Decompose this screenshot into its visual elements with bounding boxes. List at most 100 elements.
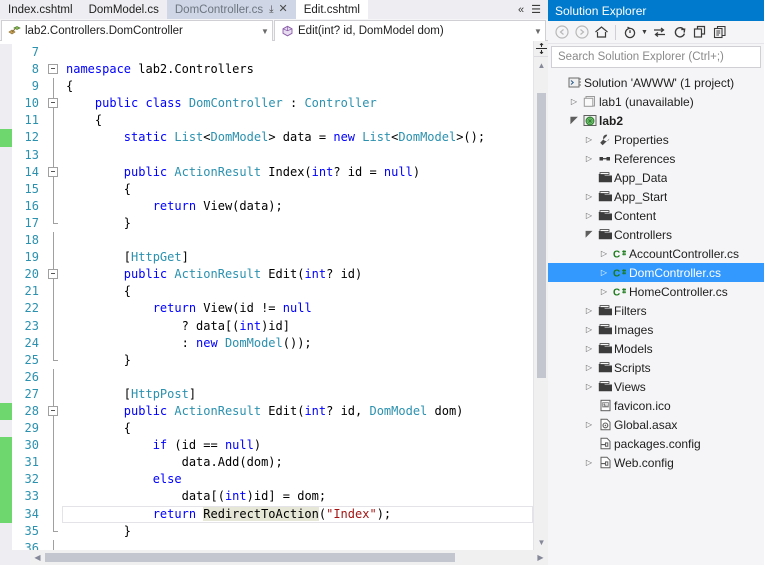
code-line[interactable]: 7 xyxy=(0,44,533,62)
fold-margin[interactable] xyxy=(46,249,62,267)
horizontal-scroll-thumb[interactable] xyxy=(45,553,455,562)
code-line[interactable]: 35 } xyxy=(0,522,533,540)
chevron-down-icon[interactable]: ◢ xyxy=(582,229,596,240)
tree-item-solution-awww-1-project[interactable]: Solution 'AWWW' (1 project) xyxy=(548,73,764,92)
fold-margin[interactable] xyxy=(46,283,62,301)
fold-margin[interactable] xyxy=(46,437,62,455)
code-line[interactable]: 27 [HttpPost] xyxy=(0,385,533,403)
tree-item-accountcontroller-cs[interactable]: ▷ C AccountController.cs xyxy=(548,244,764,263)
fold-margin[interactable] xyxy=(46,214,62,232)
chevron-right-icon[interactable]: ▷ xyxy=(597,287,611,296)
class-dropdown[interactable]: lab2.Controllers.DomController ▼ xyxy=(1,20,273,42)
code-line[interactable]: 19 [HttpGet] xyxy=(0,249,533,267)
tree-item-controllers[interactable]: ◢ Controllers xyxy=(548,225,764,244)
tree-item-content[interactable]: ▷ Content xyxy=(548,206,764,225)
tree-item-homecontroller-cs[interactable]: ▷ C HomeController.cs xyxy=(548,282,764,301)
chevron-right-icon[interactable]: ▷ xyxy=(582,420,596,429)
scroll-right-arrow[interactable]: ▶ xyxy=(533,550,548,565)
chevron-right-icon[interactable]: ▷ xyxy=(582,154,596,163)
editor-tab[interactable]: DomModel.cs xyxy=(80,0,167,19)
code-line[interactable]: 13 xyxy=(0,146,533,164)
code-line[interactable]: 12 static List<DomModel> data = new List… xyxy=(0,129,533,147)
code-editor[interactable]: 7 8 namespace lab2.Controllers 9{10 public … xyxy=(0,41,548,550)
fold-margin[interactable] xyxy=(46,368,62,386)
chevron-right-icon[interactable]: ▷ xyxy=(582,192,596,201)
tree-item-global-asax[interactable]: ▷ Global.asax xyxy=(548,415,764,434)
editor-horizontal-scrollbar[interactable]: ◀ ▶ xyxy=(0,550,548,565)
editor-tab[interactable]: Index.cshtml xyxy=(0,0,81,19)
tree-item-lab1-unavailable[interactable]: ▷ lab1 (unavailable) xyxy=(548,92,764,111)
fold-margin[interactable] xyxy=(46,351,62,369)
scroll-down-arrow[interactable]: ▼ xyxy=(534,535,548,550)
tab-list-dropdown[interactable]: ☰ xyxy=(531,3,541,16)
chevron-down-icon[interactable]: ▼ xyxy=(258,27,272,36)
chevron-right-icon[interactable]: ▷ xyxy=(582,382,596,391)
collapse-icon[interactable] xyxy=(48,269,58,280)
fold-margin[interactable] xyxy=(46,522,62,540)
fold-margin[interactable] xyxy=(46,471,62,489)
fold-margin[interactable] xyxy=(46,197,62,215)
tree-item-web-config[interactable]: ▷ Web.config xyxy=(548,453,764,472)
chevron-right-icon[interactable]: ▷ xyxy=(582,325,596,334)
tree-item-app-data[interactable]: App_Data xyxy=(548,168,764,187)
code-line[interactable]: 8 namespace lab2.Controllers xyxy=(0,61,533,79)
tab-overflow-chevrons[interactable]: « xyxy=(518,4,524,16)
collapse-icon[interactable] xyxy=(48,405,58,416)
fold-margin[interactable] xyxy=(46,505,62,523)
fold-margin[interactable] xyxy=(46,180,62,198)
sync-with-active-document-button[interactable] xyxy=(650,23,669,42)
code-line[interactable]: 32 else xyxy=(0,471,533,489)
fold-margin[interactable] xyxy=(46,232,62,250)
solution-tree[interactable]: Solution 'AWWW' (1 project) ▷ lab1 (unavai… xyxy=(548,71,764,565)
fold-margin[interactable] xyxy=(46,539,62,550)
chevron-down-icon[interactable]: ◢ xyxy=(567,115,581,126)
code-line[interactable]: 22 return View(id != null xyxy=(0,300,533,318)
code-line[interactable]: 31 data.Add(dom); xyxy=(0,454,533,472)
fold-margin[interactable] xyxy=(46,454,62,472)
chevron-down-icon[interactable]: ▼ xyxy=(640,29,649,36)
collapse-icon[interactable] xyxy=(48,98,58,109)
code-line[interactable]: 20 public ActionResult Edit(int? id) xyxy=(0,266,533,284)
chevron-right-icon[interactable]: ▷ xyxy=(567,97,581,106)
chevron-right-icon[interactable]: ▷ xyxy=(582,135,596,144)
tree-item-lab2[interactable]: ◢ lab2 xyxy=(548,111,764,130)
code-line[interactable]: 34 return RedirectToAction("Index"); xyxy=(0,505,533,523)
fold-margin[interactable] xyxy=(46,385,62,403)
tree-item-domcontroller-cs[interactable]: ▷ C DomController.cs xyxy=(548,263,764,282)
tree-item-scripts[interactable]: ▷ Scripts xyxy=(548,358,764,377)
editor-vertical-scrollbar[interactable]: ▲ ▼ xyxy=(533,41,548,550)
split-view-icon[interactable] xyxy=(534,41,548,57)
code-line[interactable]: 28 public ActionResult Edit(int? id, Dom… xyxy=(0,402,533,421)
code-line[interactable]: 21 { xyxy=(0,283,533,301)
fold-margin[interactable] xyxy=(46,266,62,284)
tree-item-properties[interactable]: ▷ Properties xyxy=(548,130,764,149)
tree-item-packages-config[interactable]: packages.config xyxy=(548,434,764,453)
chevron-right-icon[interactable]: ▷ xyxy=(582,211,596,220)
fold-margin[interactable] xyxy=(46,61,62,78)
collapse-icon[interactable] xyxy=(48,166,58,177)
code-line[interactable]: 16 return View(data); xyxy=(0,197,533,215)
scroll-up-arrow[interactable]: ▲ xyxy=(534,58,548,73)
fold-margin[interactable] xyxy=(46,95,62,113)
code-line[interactable]: 23 ? data[(int)id] xyxy=(0,317,533,335)
code-line[interactable]: 15 { xyxy=(0,180,533,198)
fold-margin[interactable] xyxy=(46,334,62,352)
fold-margin[interactable] xyxy=(46,402,62,421)
fold-margin[interactable] xyxy=(46,129,62,147)
chevron-right-icon[interactable]: ▷ xyxy=(597,268,611,277)
fold-margin[interactable] xyxy=(46,112,62,130)
tree-item-images[interactable]: ▷ Images xyxy=(548,320,764,339)
code-line[interactable]: 18 xyxy=(0,232,533,250)
home-button[interactable] xyxy=(592,23,611,42)
tree-item-models[interactable]: ▷ Models xyxy=(548,339,764,358)
code-text-area[interactable]: 7 8 namespace lab2.Controllers 9{10 public … xyxy=(0,41,533,550)
chevron-right-icon[interactable]: ▷ xyxy=(582,458,596,467)
search-solution-explorer-input[interactable]: Search Solution Explorer (Ctrl+;) xyxy=(551,46,761,68)
fold-margin[interactable] xyxy=(46,317,62,335)
code-line[interactable]: 11 { xyxy=(0,112,533,130)
code-line[interactable]: 14 public ActionResult Index(int? id = n… xyxy=(0,163,533,181)
collapse-all-button[interactable] xyxy=(690,23,709,42)
fold-margin[interactable] xyxy=(46,488,62,506)
tree-item-views[interactable]: ▷ Views xyxy=(548,377,764,396)
vertical-scroll-thumb[interactable] xyxy=(537,93,546,378)
